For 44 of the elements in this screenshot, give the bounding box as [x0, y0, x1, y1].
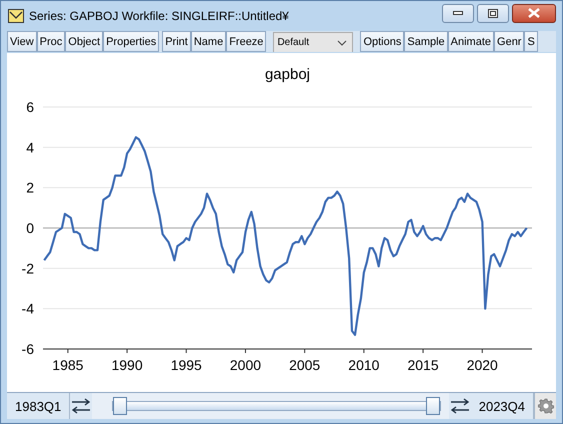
maximize-button[interactable] [477, 4, 509, 22]
x-tick-label: 2015 [408, 357, 439, 373]
toolbar-button[interactable]: Sample [404, 31, 448, 52]
slider-handle[interactable] [113, 397, 128, 415]
toolbar-button[interactable]: Animate [448, 31, 494, 52]
toolbar-button[interactable]: Proc [36, 31, 66, 52]
x-tick-label: 1995 [170, 357, 202, 373]
x-tick-label: 2020 [466, 357, 498, 373]
toolbar-button[interactable]: Object [65, 31, 104, 52]
chart-title: gapboj [264, 66, 310, 83]
window-title: Series: GAPBOJ Workfile: SINGLEIRF::Untitled¥ [29, 9, 289, 23]
y-tick-label: -2 [22, 260, 34, 276]
y-tick-label: 0 [26, 220, 34, 236]
graph-icon [8, 9, 24, 23]
toolbar-button[interactable]: Properties [103, 31, 160, 52]
toolbar-button[interactable]: Genr [494, 31, 524, 52]
graph-template-dropdown[interactable]: Default [273, 32, 354, 52]
close-button[interactable] [512, 4, 556, 22]
toolbar-button[interactable]: View [7, 31, 37, 52]
y-tick-label: 4 [26, 139, 34, 156]
swap-arrows-icon [448, 397, 471, 415]
swap-arrows-icon [70, 397, 92, 415]
x-tick-label: 2010 [348, 357, 380, 373]
x-tick-label: 1985 [52, 357, 84, 373]
settings-button[interactable] [534, 393, 556, 419]
y-tick-label: 2 [26, 180, 34, 196]
toolbar-button[interactable]: Freeze [226, 31, 266, 52]
slider-handle[interactable] [426, 397, 440, 415]
toolbar-button[interactable]: Name [190, 31, 226, 52]
minimize-button[interactable] [442, 4, 474, 22]
close-icon [528, 8, 540, 18]
y-tick-label: -4 [22, 300, 34, 317]
toolbar-button[interactable]: Options [360, 31, 404, 52]
x-tick-label: 1990 [111, 357, 143, 373]
x-tick-label: 2005 [289, 357, 320, 373]
chevron-down-icon [337, 40, 348, 46]
y-tick-label: -6 [22, 341, 34, 357]
x-tick-label: 2000 [230, 357, 262, 373]
y-tick-label: 6 [26, 99, 34, 115]
minimize-icon [453, 11, 463, 15]
toolbar-button[interactable]: Print [162, 31, 191, 52]
toolbar-button[interactable]: S [524, 31, 538, 52]
maximize-icon [488, 8, 498, 18]
settings-icon [538, 398, 554, 414]
